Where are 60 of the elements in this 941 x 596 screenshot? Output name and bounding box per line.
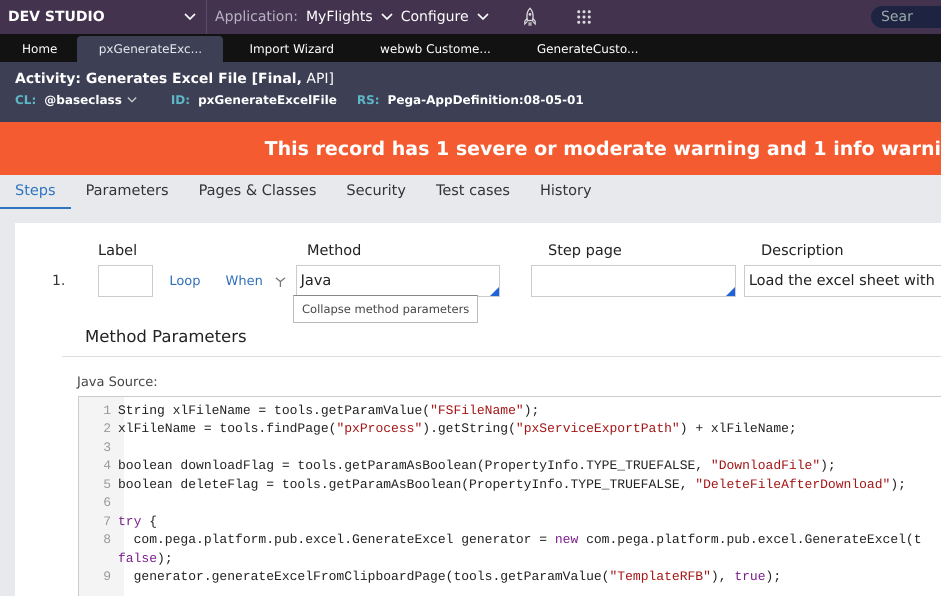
chevron-down-icon — [476, 13, 489, 21]
document-tab[interactable]: Import Wizard — [229, 36, 354, 62]
app-grid-icon[interactable] — [576, 10, 591, 24]
rocket-icon[interactable] — [522, 7, 537, 27]
code-line: generator.generateExcelFromClipboardPage(tools.getParamValue("TemplateRFB"), true); — [132, 569, 782, 584]
rule-tab[interactable]: Steps — [0, 175, 71, 209]
line-number: 9 — [102, 569, 111, 584]
tooltip: Collapse method parameters — [293, 295, 478, 323]
application-label: Application: — [215, 9, 298, 25]
warning-banner: This record has 1 severe or moderate warning and 1 info warni — [0, 122, 941, 175]
line-number: 7 — [102, 514, 111, 529]
code-line: com.pega.platform.pub.excel.GenerateExcel generator = new com.pega.platform.pub.excel.GenerateExcel(t — [132, 532, 922, 548]
line-number: 8 — [102, 532, 111, 548]
code-line: boolean deleteFlag = tools.getParamAsBoolean(PropertyInfo.TYPE_TRUEFALSE, "DeleteFileAfterDownload"); — [118, 476, 906, 492]
line-number: 6 — [102, 495, 111, 510]
code-line: try { — [118, 514, 158, 529]
document-tab[interactable]: GenerateCusto... — [516, 36, 658, 62]
column-header: Description — [761, 243, 844, 259]
description-field[interactable]: Load the excel sheet with — [744, 265, 941, 297]
loop-link[interactable]: Loop — [169, 274, 200, 288]
when-link[interactable]: When — [226, 274, 263, 288]
code-line: boolean downloadFlag = tools.getParamAsBoolean(PropertyInfo.TYPE_TRUEFALSE, "DownloadFile"); — [118, 458, 836, 474]
section-title: Method Parameters — [85, 327, 248, 346]
field-label: Java Source: — [77, 375, 159, 390]
code-line: false); — [118, 550, 173, 566]
search-field[interactable]: Sear — [871, 6, 941, 28]
code-editor[interactable] — [78, 396, 941, 596]
field-label: RS: — [356, 93, 380, 107]
document-tab[interactable]: webwb Custome... — [360, 36, 511, 62]
column-header: Method — [307, 243, 362, 259]
field-label: CL: — [15, 93, 36, 107]
application-menu[interactable]: MyFlights — [304, 9, 399, 25]
step-page-field[interactable] — [530, 265, 736, 297]
line-number: 5 — [102, 476, 111, 492]
studio-title: DEV STUDIO — [8, 9, 106, 25]
rule-tab[interactable]: Security — [331, 175, 421, 209]
configure-menu[interactable]: Configure — [398, 9, 495, 25]
line-number: 2 — [102, 421, 111, 436]
line-number: 3 — [102, 440, 111, 455]
code-line: xlFileName = tools.findPage("pxProcess").getString("pxServiceExportPath") + xlFileName; — [118, 421, 797, 436]
field-value: pxGenerateExcelFile — [198, 93, 337, 107]
rule-tab[interactable]: Test cases — [420, 175, 525, 209]
line-number: 4 — [102, 458, 111, 474]
rule-tab[interactable]: Pages & Classes — [184, 175, 332, 209]
record-title: Activity: Generates Excel File [Final, API] — [15, 71, 335, 87]
column-header: Step page — [548, 243, 623, 259]
code-line: String xlFileName = tools.getParamValue("FSFileName"); — [118, 402, 540, 418]
document-tab[interactable]: Home — [0, 36, 72, 62]
document-tab[interactable]: pxGenerateExc... — [77, 36, 224, 62]
line-number: 1 — [102, 402, 111, 418]
rule-tab[interactable]: Parameters — [70, 175, 184, 209]
chevron-down-icon[interactable] — [126, 96, 137, 104]
step-number: 1. — [51, 273, 66, 289]
column-header: Label — [98, 243, 138, 259]
field-label: ID: — [170, 93, 190, 107]
field-value: Pega-AppDefinition:08-05-01 — [388, 93, 584, 107]
rule-tab[interactable]: History — [525, 175, 607, 209]
label-field[interactable] — [98, 265, 154, 297]
field-value[interactable]: @baseclass — [44, 93, 137, 107]
chevron-down-icon — [380, 13, 393, 21]
